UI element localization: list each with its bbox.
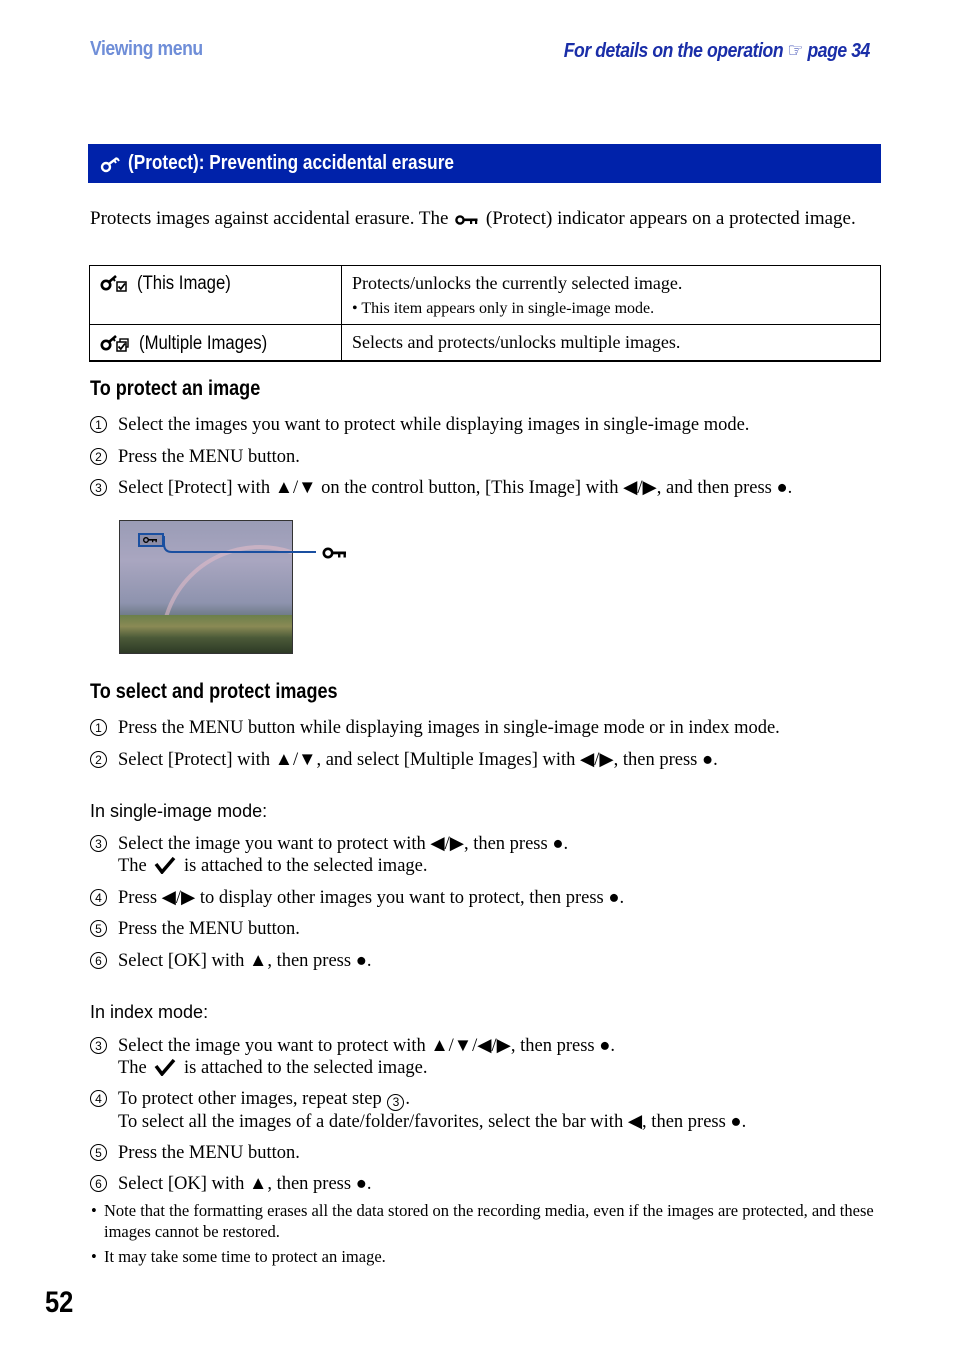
step-text: Press the MENU button. [118, 447, 300, 467]
note-item: • Note that the formatting erases all th… [91, 1200, 881, 1242]
intro-paragraph: Protects images against accidental erasu… [90, 207, 882, 231]
step-text: is attached to the selected image. [184, 1058, 428, 1078]
step-reference-number: 3 [387, 1093, 405, 1111]
callout-line [163, 536, 316, 553]
step-number: 6 [90, 952, 107, 969]
pointing-hand-icon: ☞ [787, 40, 804, 62]
page-number: 52 [45, 1286, 74, 1319]
step-number: 6 [90, 1175, 107, 1192]
option-note: • This item appears only in single-image… [352, 300, 655, 317]
step-item: 3 Select the image you want to protect w… [90, 1035, 890, 1079]
step-text: Select the image you want to protect wit… [118, 1036, 616, 1056]
section-title: To select and protect images [90, 680, 338, 703]
subsection-title: In index mode: [90, 1002, 209, 1022]
option-description-text: Selects and protects/unlocks multiple im… [352, 332, 681, 352]
option-this-image[interactable]: (This Image) [89, 265, 342, 325]
option-label: (This Image) [137, 273, 232, 294]
landscape-ground [120, 615, 292, 653]
step-item: 4 To protect other images, repeat step 3… [90, 1088, 890, 1133]
intro-text-end: (Protect) indicator appears on a protect… [485, 208, 856, 229]
option-description: Protects/unlocks the currently selected … [341, 265, 881, 325]
step-text: Select [OK] with ▲, then press ●. [118, 951, 372, 971]
protect-indicator-icon [455, 214, 478, 225]
step-item: 4 Press ◀/▶ to display other images you … [90, 887, 890, 909]
section-header: Viewing menu [90, 38, 203, 60]
step-number: 2 [90, 751, 107, 768]
table-row: (This Image) Protects/unlocks the curren… [89, 265, 881, 325]
option-description-text: Protects/unlocks the currently selected … [352, 273, 683, 293]
step-text: Select the images you want to protect wh… [118, 415, 750, 435]
banner-title: (Protect): Preventing accidental erasure [128, 152, 454, 174]
option-description: Selects and protects/unlocks multiple im… [341, 324, 881, 362]
bullet: • [91, 1201, 97, 1220]
step-number: 4 [90, 1090, 107, 1107]
step-text: Select [Protect] with ▲/▼ on the control… [118, 478, 793, 498]
step-number: 3 [90, 1037, 107, 1054]
option-note-text: This item appears only in single-image m… [361, 300, 655, 317]
step-number: 2 [90, 448, 107, 465]
step-item: 5 Press the MENU button. [90, 918, 890, 940]
step-text: Press the MENU button. [118, 919, 300, 939]
step-number: 3 [90, 835, 107, 852]
step-text: To protect other images, repeat step [118, 1089, 382, 1109]
step-number: 1 [90, 719, 107, 736]
checkmark-icon [154, 856, 176, 874]
reference-prefix: For details on the operation [563, 40, 784, 62]
step-text: Press the MENU button. [118, 1143, 300, 1163]
step-item: 5 Press the MENU button. [90, 1142, 890, 1164]
protect-this-image-icon [100, 275, 127, 292]
protect-indicator-icon [322, 547, 346, 559]
step-text-block: Select the image you want to protect wit… [118, 833, 568, 877]
bullet: • [91, 1247, 97, 1266]
intro-text-start: Protects images against accidental erasu… [90, 208, 449, 229]
step-item: 1 Select the images you want to protect … [90, 414, 890, 436]
step-text: To select all the images of a date/folde… [118, 1111, 747, 1132]
step-text: Select [Protect] with ▲/▼, and select [M… [118, 750, 718, 770]
step-text: Press ◀/▶ to display other images you wa… [118, 888, 625, 908]
note-text: It may take some time to protect an imag… [104, 1247, 386, 1266]
step-number: 3 [90, 479, 107, 496]
protect-key-icon [100, 156, 120, 172]
table-row: (Multiple Images) Selects and protects/u… [89, 324, 881, 362]
step-item: 3 Select the image you want to protect w… [90, 833, 890, 877]
option-label: (Multiple Images) [139, 333, 268, 354]
step-text: . [405, 1089, 411, 1109]
note-item: • It may take some time to protect an im… [91, 1246, 891, 1267]
step-number: 5 [90, 920, 107, 937]
step-item: 2 Select [Protect] with ▲/▼, and select … [90, 749, 890, 771]
step-text-block: Select the image you want to protect wit… [118, 1035, 615, 1079]
step-text: The [118, 1058, 147, 1078]
section-banner: (Protect): Preventing accidental erasure [88, 144, 881, 183]
step-item: 3 Select [Protect] with ▲/▼ on the contr… [90, 477, 890, 499]
page-reference[interactable]: For details on the operation ☞ page 34 [563, 38, 871, 63]
step-text-block: To protect other images, repeat step 3. … [118, 1088, 746, 1133]
step-text: Select the image you want to protect wit… [118, 834, 569, 854]
checkmark-icon [154, 1058, 176, 1076]
step-text: is attached to the selected image. [184, 856, 428, 876]
step-item: 1 Press the MENU button while displaying… [90, 717, 890, 739]
step-number: 4 [90, 889, 107, 906]
step-item: 2 Press the MENU button. [90, 446, 890, 468]
step-number: 5 [90, 1144, 107, 1161]
reference-page: page 34 [807, 40, 871, 62]
step-number: 1 [90, 416, 107, 433]
protect-multiple-images-icon [100, 335, 129, 352]
section-title: To protect an image [90, 377, 261, 400]
step-item: 6 Select [OK] with ▲, then press ●. [90, 1173, 890, 1195]
note-text: Note that the formatting erases all the … [104, 1201, 874, 1241]
subsection-title: In single-image mode: [90, 801, 268, 821]
option-multiple-images[interactable]: (Multiple Images) [89, 324, 342, 362]
step-text: The [118, 856, 147, 876]
step-text: Select [OK] with ▲, then press ●. [118, 1174, 372, 1194]
step-text: Press the MENU button while displaying i… [118, 718, 780, 738]
step-item: 6 Select [OK] with ▲, then press ●. [90, 950, 890, 972]
protect-options-table: (This Image) Protects/unlocks the curren… [89, 265, 881, 362]
